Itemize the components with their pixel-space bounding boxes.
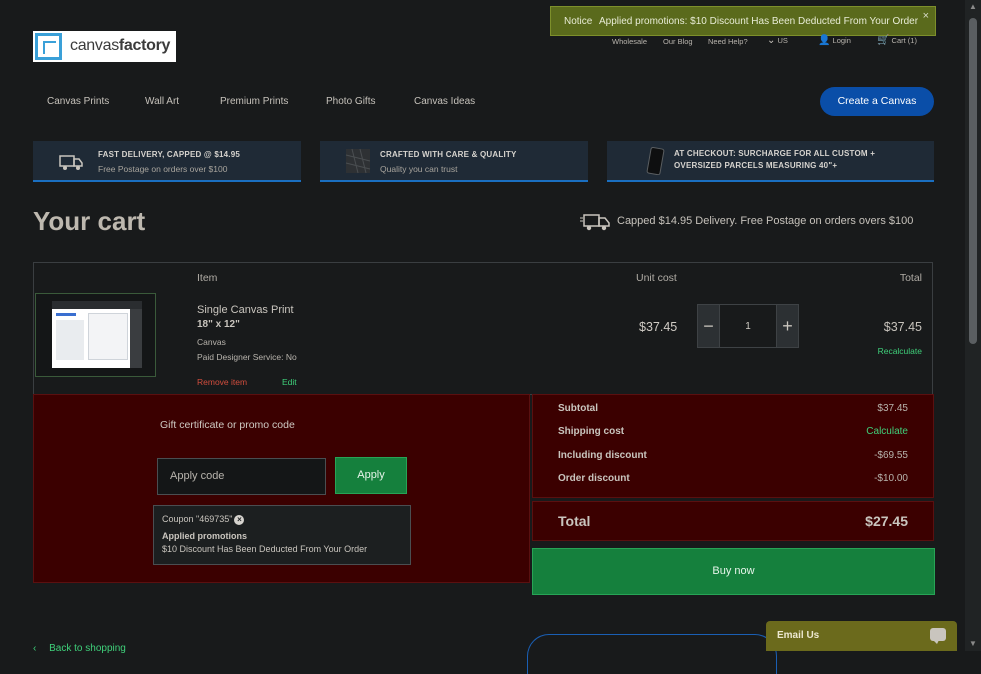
logo-text: canvasfactory (70, 37, 171, 54)
delivery-truck-icon (580, 214, 610, 231)
item-designer-service: Paid Designer Service: No (197, 352, 297, 362)
grand-total: Total $27.45 (532, 501, 934, 541)
chevron-down-icon: ⌄ (767, 35, 776, 46)
nav-item-canvas-prints[interactable]: Canvas Prints (47, 96, 109, 107)
nav-item-premium-prints[interactable]: Premium Prints (220, 96, 288, 107)
notice-label: Notice (564, 16, 593, 27)
recalculate-link[interactable]: Recalculate (878, 346, 922, 356)
buy-now-button[interactable]: Buy now (532, 548, 935, 595)
promotion-notice: Notice Applied promotions: $10 Discount … (550, 6, 936, 36)
nav-item-canvas-ideas[interactable]: Canvas Ideas (414, 96, 475, 107)
feature-title: CRAFTED WITH CARE & QUALITY (380, 150, 517, 159)
cart-icon: 🛒 (877, 35, 890, 46)
login-link[interactable]: 👤 Login (818, 35, 851, 46)
cart-link[interactable]: 🛒 Cart (1) (877, 35, 917, 46)
including-discount-value: -$69.55 (874, 450, 908, 461)
decrease-quantity-button[interactable]: − (697, 304, 720, 348)
cart-label: Cart (1) (891, 36, 917, 45)
coupon-code: Coupon "469735" (162, 514, 233, 524)
feature-title-line2: OVERSIZED PARCELS MEASURING 40"+ (674, 161, 838, 170)
promo-code-section: Gift certificate or promo code Apply cod… (33, 394, 530, 583)
notice-message: Applied promotions: $10 Discount Has Bee… (599, 16, 919, 27)
site-logo[interactable]: canvasfactory (33, 31, 176, 62)
email-us-button[interactable]: Email Us (766, 621, 957, 651)
quantity-stepper: − 1 + (697, 304, 799, 348)
remove-coupon-icon[interactable]: × (234, 515, 245, 525)
phone-icon (646, 147, 665, 175)
item-size: 18" x 12" (197, 319, 240, 330)
delivery-truck-icon (59, 155, 83, 170)
item-material: Canvas (197, 337, 226, 347)
total-label: Total (558, 513, 591, 529)
item-name[interactable]: Single Canvas Print (197, 304, 294, 316)
decorative-arc (527, 634, 777, 674)
unit-cost: $37.45 (639, 320, 678, 334)
email-us-label: Email Us (777, 630, 820, 641)
create-canvas-button[interactable]: Create a Canvas (820, 87, 934, 116)
applied-promotions-text: $10 Discount Has Been Deducted From Your… (162, 544, 368, 554)
including-discount-label: Including discount (558, 450, 647, 461)
region-selector[interactable]: ⌄ US (767, 35, 788, 46)
subtotal-label: Subtotal (558, 403, 598, 414)
shipping-label: Shipping cost (558, 426, 625, 437)
scrollbar-thumb[interactable] (969, 18, 977, 344)
order-discount-label: Order discount (558, 473, 630, 484)
feature-title: FAST DELIVERY, CAPPED @ $14.95 (98, 150, 240, 159)
feature-surcharge: AT CHECKOUT: SURCHARGE FOR ALL CUSTOM + … (607, 141, 934, 182)
feature-subtitle: Quality you can trust (380, 164, 458, 174)
nav-item-wall-art[interactable]: Wall Art (145, 96, 179, 107)
calculate-shipping-link[interactable]: Calculate (866, 426, 908, 437)
chat-icon (930, 628, 946, 644)
wholesale-link[interactable]: Wholesale (612, 37, 647, 46)
page-scrollbar[interactable]: ▲ ▼ (965, 0, 981, 651)
blog-link[interactable]: Our Blog (663, 37, 693, 46)
scroll-down-icon[interactable]: ▼ (965, 637, 981, 651)
product-thumbnail[interactable] (35, 293, 156, 377)
promo-code-input[interactable]: Apply code (157, 458, 326, 495)
column-header-total: Total (899, 272, 922, 284)
region-label: US (777, 36, 788, 45)
feature-title: AT CHECKOUT: SURCHARGE FOR ALL CUSTOM + (674, 149, 876, 158)
apply-code-button[interactable]: Apply (335, 457, 407, 494)
edit-item-link[interactable]: Edit (282, 377, 297, 387)
increase-quantity-button[interactable]: + (776, 304, 799, 348)
item-total: $37.45 (883, 320, 922, 334)
designer-label: Paid Designer Service: (197, 352, 284, 362)
logo-mark-icon (35, 33, 62, 60)
login-label: Login (832, 36, 851, 45)
back-to-shopping-link[interactable]: ‹ Back to shopping (33, 643, 126, 654)
column-header-unit-cost: Unit cost (636, 272, 677, 284)
promo-label: Gift certificate or promo code (160, 419, 295, 431)
coupon-row: Coupon "469735" × (162, 514, 245, 525)
quantity-input[interactable]: 1 (720, 304, 776, 348)
feature-quality: CRAFTED WITH CARE & QUALITY Quality you … (320, 141, 588, 182)
user-icon: 👤 (818, 35, 831, 46)
page-title: Your cart (33, 206, 146, 236)
coupon-tooltip: Coupon "469735" × Applied promotions $10 … (153, 505, 411, 565)
applied-promotions-title: Applied promotions (162, 531, 247, 541)
designer-value: No (285, 352, 297, 362)
help-link[interactable]: Need Help? (708, 37, 748, 46)
nav-item-photo-gifts[interactable]: Photo Gifts (326, 96, 375, 107)
notice-close-icon[interactable]: × (923, 10, 929, 22)
order-discount-value: -$10.00 (874, 473, 908, 484)
cart-table: Item Unit cost Total Single Canvas Print… (33, 262, 933, 395)
delivery-note: Capped $14.95 Delivery. Free Postage on … (617, 215, 914, 227)
order-summary: Subtotal $37.45 Shipping cost Calculate … (532, 394, 934, 498)
chevron-left-icon: ‹ (33, 643, 37, 654)
product-image (52, 301, 142, 368)
canvas-texture-icon (345, 148, 371, 174)
total-value: $27.45 (865, 513, 908, 529)
remove-item-link[interactable]: Remove item (197, 377, 247, 387)
subtotal-value: $37.45 (877, 403, 908, 414)
feature-subtitle: Free Postage on orders over $100 (98, 164, 228, 174)
feature-delivery: FAST DELIVERY, CAPPED @ $14.95 Free Post… (33, 141, 301, 182)
column-header-item: Item (197, 272, 218, 284)
scroll-up-icon[interactable]: ▲ (965, 0, 981, 14)
